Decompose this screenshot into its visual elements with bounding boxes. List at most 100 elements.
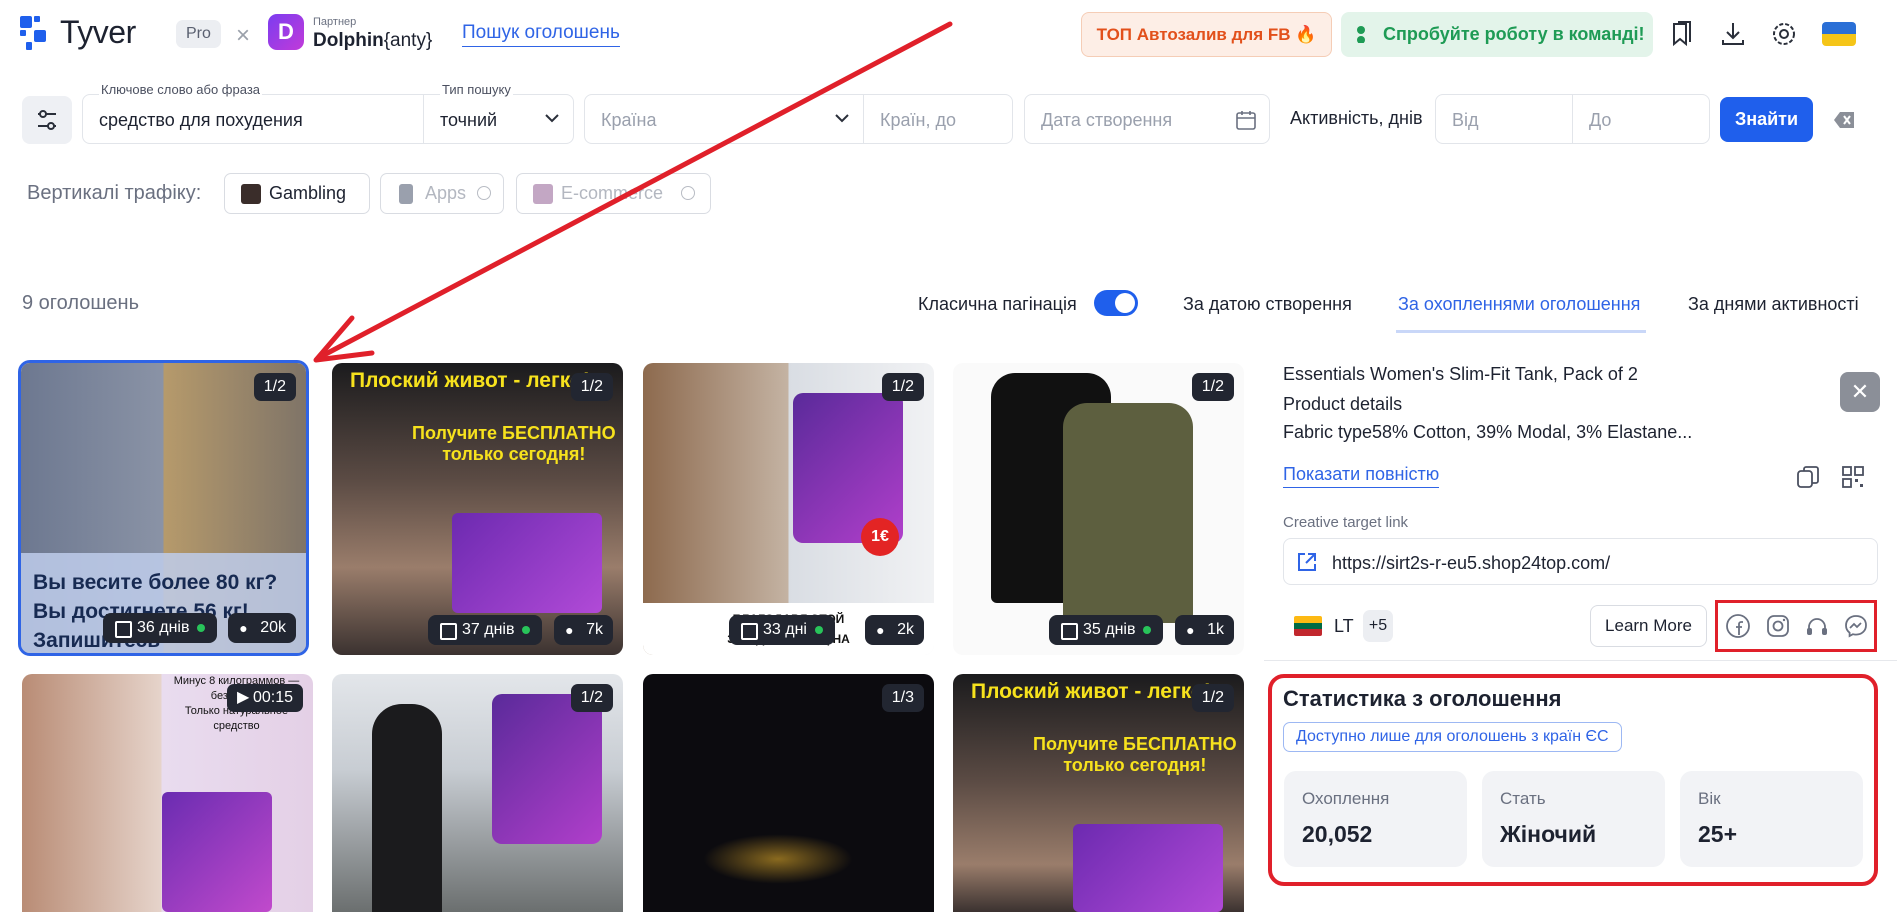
product-box-image bbox=[162, 792, 272, 912]
activity-from-placeholder: Від bbox=[1452, 110, 1479, 130]
ad-card[interactable]: Вы весите более 80 кг? Вы достигнете 56 к… bbox=[18, 360, 309, 656]
sort-by-activity-days[interactable]: За днями активності bbox=[1688, 294, 1859, 315]
tyver-logo-icon[interactable] bbox=[20, 16, 50, 50]
ukraine-flag-icon[interactable] bbox=[1822, 22, 1856, 46]
stat-card-age: Вік 25+ bbox=[1680, 771, 1863, 867]
activity-from-field[interactable]: Від bbox=[1435, 94, 1573, 144]
top-autoupload-button[interactable]: ТОП Автозалив для FB 🔥 bbox=[1081, 12, 1332, 57]
countries-to-field[interactable]: Країн, до bbox=[863, 94, 1013, 144]
stat-label: Вік bbox=[1698, 789, 1721, 808]
ad-text-title: Essentials Women's Slim-Fit Tank, Pack o… bbox=[1283, 364, 1638, 384]
vertical-chip-label: Gambling bbox=[269, 183, 347, 203]
ad-text-line: Product details bbox=[1283, 394, 1403, 414]
carousel-count-badge: 1/2 bbox=[570, 373, 613, 401]
messenger-icon[interactable] bbox=[1843, 613, 1869, 639]
panel-divider bbox=[1264, 660, 1897, 661]
filter-settings-button[interactable] bbox=[22, 96, 72, 144]
eu-only-note: Доступно лише для оголошень з країн ЄС bbox=[1283, 722, 1622, 752]
ad-card[interactable]: Плоский живот - легко! Получите БЕСПЛАТН… bbox=[332, 363, 623, 655]
chevron-down-icon bbox=[545, 114, 559, 123]
vertical-chip-ecommerce[interactable]: E-commerce bbox=[516, 173, 711, 214]
creation-date-placeholder: Дата створення bbox=[1041, 110, 1173, 130]
copy-icon[interactable] bbox=[1795, 464, 1821, 490]
keyword-label: Ключове слово або фраза bbox=[99, 82, 263, 97]
keyword-field[interactable]: Ключове слово або фраза средство для пох… bbox=[82, 82, 424, 144]
country-select[interactable]: Країна bbox=[584, 94, 864, 144]
ad-card[interactable]: 1€ БЛАГОДАРЯ ЭТОЙЗА ОДИН МЕСЯЦ НА 1/2 33… bbox=[643, 363, 934, 655]
creative-target-url: https://sirt2s-r-eu5.shop24top.com/ bbox=[1332, 553, 1611, 573]
vertical-chip-apps[interactable]: Apps bbox=[380, 173, 504, 214]
app-logo-text[interactable]: Tyver bbox=[60, 14, 136, 51]
sort-by-reach[interactable]: За охопленнями оголошення bbox=[1398, 294, 1640, 315]
ad-text-line: Fabric type58% Cotton, 39% Modal, 3% Ela… bbox=[1283, 422, 1693, 442]
creative-target-link-field[interactable]: https://sirt2s-r-eu5.shop24top.com/ bbox=[1283, 538, 1878, 585]
close-panel-button[interactable]: ✕ bbox=[1840, 372, 1880, 412]
stat-label: Стать bbox=[1500, 789, 1546, 808]
chevron-down-icon bbox=[835, 114, 849, 123]
try-team-label: Спробуйте роботу в команді! bbox=[1383, 24, 1645, 44]
ad-card[interactable]: 1/3 bbox=[643, 674, 934, 912]
search-ads-link[interactable]: Пошук оголошень bbox=[462, 22, 620, 47]
external-link-icon[interactable] bbox=[1296, 551, 1318, 573]
ad-card[interactable]: 1/2 35 днів 1k bbox=[953, 363, 1244, 655]
ad-card[interactable]: Минус 8 килограммов —без диетыТолько нат… bbox=[22, 674, 313, 912]
bookmarks-icon[interactable] bbox=[1668, 20, 1696, 48]
try-team-button[interactable]: Спробуйте роботу в команді! bbox=[1341, 12, 1653, 57]
country-code: LT bbox=[1334, 616, 1354, 636]
ad-overlay-text: Плоский живот - легко! bbox=[350, 369, 590, 392]
team-icon bbox=[1357, 26, 1365, 43]
activity-to-placeholder: До bbox=[1589, 110, 1612, 130]
vertical-chip-gambling[interactable]: Gambling bbox=[224, 173, 370, 214]
countries-to-placeholder: Країн, до bbox=[880, 110, 956, 130]
stat-card-gender: Стать Жіночий bbox=[1482, 771, 1665, 867]
stat-label: Охоплення bbox=[1302, 789, 1390, 808]
active-days-badge: 36 днів bbox=[103, 613, 218, 643]
carousel-count-badge: 1/2 bbox=[570, 684, 613, 712]
vertical-chip-label: Apps bbox=[425, 183, 467, 203]
audience-network-icon[interactable] bbox=[1804, 613, 1830, 639]
shopping-bag-icon bbox=[533, 184, 553, 204]
ad-overlay-text: Плоский живот - легко! bbox=[971, 680, 1211, 703]
download-icon[interactable] bbox=[1719, 20, 1747, 48]
classic-pagination-label: Класична пагінація bbox=[918, 294, 1077, 314]
carousel-count-badge: 1/2 bbox=[881, 373, 924, 401]
sort-active-underline bbox=[1396, 330, 1646, 333]
show-full-link[interactable]: Показати повністю bbox=[1283, 464, 1440, 488]
filter-sliders-icon bbox=[38, 110, 56, 130]
stat-card-reach: Охоплення 20,052 bbox=[1284, 771, 1467, 867]
ad-card[interactable]: 1/2 bbox=[332, 674, 623, 912]
play-icon: ▶ bbox=[236, 689, 250, 706]
creation-date-field[interactable]: Дата створення bbox=[1024, 94, 1270, 144]
search-type-label: Тип пошуку bbox=[440, 82, 513, 97]
gear-icon[interactable] bbox=[1770, 20, 1798, 48]
slot-machine-icon bbox=[241, 184, 261, 204]
search-type-select[interactable]: Тип пошуку точний bbox=[423, 82, 574, 144]
more-countries-badge[interactable]: +5 bbox=[1363, 610, 1393, 642]
qr-icon[interactable] bbox=[1840, 464, 1866, 490]
verticals-label: Вертикалі трафіку: bbox=[27, 182, 202, 204]
clear-icon[interactable] bbox=[1834, 110, 1856, 130]
olive-tank-image bbox=[1063, 403, 1193, 623]
partner-separator: × bbox=[236, 22, 251, 49]
instagram-icon[interactable] bbox=[1765, 613, 1791, 639]
learn-more-button[interactable]: Learn More bbox=[1590, 605, 1707, 647]
ad-card[interactable]: Плоский живот - легко! Получите БЕСПЛАТН… bbox=[953, 674, 1244, 912]
close-icon: ✕ bbox=[1850, 379, 1870, 404]
ad-stats-title: Статистика з оголошення bbox=[1283, 686, 1562, 711]
plan-badge: Pro bbox=[176, 20, 221, 48]
woman-image bbox=[372, 704, 442, 912]
calendar-icon bbox=[1236, 111, 1256, 130]
activity-days-label: Активність, днів bbox=[1290, 108, 1423, 128]
classic-pagination-toggle[interactable] bbox=[1094, 290, 1138, 316]
find-button[interactable]: Знайти bbox=[1720, 97, 1813, 142]
partner-name[interactable]: Dolphin{anty} bbox=[313, 30, 432, 52]
active-days-badge: 33 дні bbox=[729, 615, 835, 645]
facebook-icon[interactable] bbox=[1725, 613, 1751, 639]
carousel-count-badge: 1/2 bbox=[1191, 684, 1234, 712]
creative-target-link-label: Creative target link bbox=[1283, 514, 1409, 531]
sort-by-date[interactable]: За датою створення bbox=[1183, 294, 1352, 315]
dolphin-logo-icon[interactable]: D bbox=[268, 14, 304, 50]
phone-icon bbox=[399, 184, 413, 204]
country-placeholder: Країна bbox=[601, 110, 657, 130]
activity-to-field[interactable]: До bbox=[1572, 94, 1710, 144]
